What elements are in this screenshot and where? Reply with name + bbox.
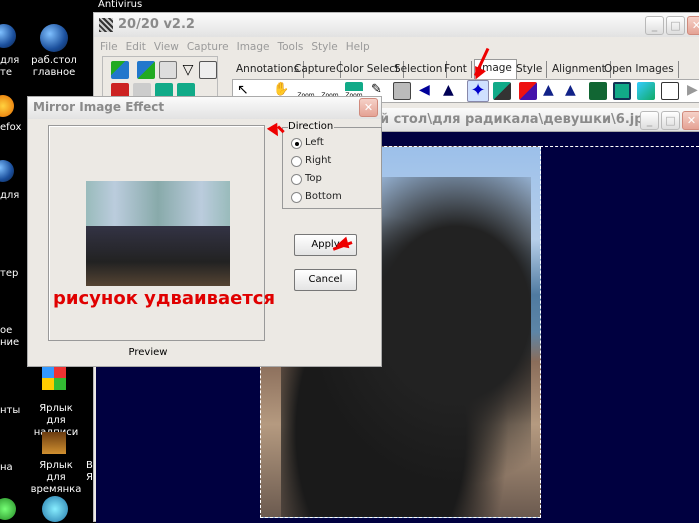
desktop-icon-label: Ярлык для времянка [30,460,82,495]
new-icon[interactable] [111,61,129,79]
desktop-label-cut: для [0,190,20,201]
desktop-label-cut: нты [0,405,21,416]
menu-edit[interactable]: Edit [126,41,146,53]
menu-file[interactable]: File [100,41,118,53]
copy-icon[interactable] [159,61,177,79]
mirror-dialog: Mirror Image Effect ✕ рисунок удваиваетс… [27,96,382,367]
globe-icon[interactable] [42,496,68,522]
menu-bar: File Edit View Capture Image Tools Style Help [100,40,378,53]
desktop-label-cut: тер [0,268,19,279]
print-icon[interactable] [199,61,217,79]
gradient-icon[interactable] [637,82,655,100]
mirror-icon[interactable]: ✦ [467,80,489,102]
flip-icon[interactable]: ◀ [419,82,437,100]
image-window-title: й стол\для радикала\девушки\6.jpg [380,112,653,127]
radio-left-label[interactable]: Left [305,137,324,148]
selection-edge [540,146,541,518]
radio-dot [295,142,299,146]
cancel-button[interactable]: Cancel [294,269,357,291]
app-logo-icon [99,18,113,32]
tab-open-images[interactable]: Open Images [600,61,679,78]
tab-selection[interactable]: Selection [390,61,448,78]
selection-edge [540,146,699,147]
preview-frame: рисунок удваивается [48,125,275,341]
firefox-icon[interactable] [0,95,14,117]
close-button[interactable]: ✕ [682,111,699,130]
filter-icon[interactable]: ▽ [179,61,197,79]
dialog-titlebar: Mirror Image Effect ✕ [28,97,381,119]
app-titlebar: 20/20 v2.2 _ □ ✕ [94,13,699,37]
desktop-label-cut: Я [86,472,93,483]
minimize-button[interactable]: _ [645,16,664,35]
windows-shortcut-icon[interactable] [42,366,66,390]
scroll-right-icon[interactable]: ▶ [687,82,699,100]
mosaic-icon[interactable] [589,82,607,100]
radio-right[interactable] [291,156,302,167]
menu-view[interactable]: View [154,41,179,53]
open-icon[interactable] [137,61,155,79]
menu-tools[interactable]: Tools [277,41,303,53]
dialog-title: Mirror Image Effect [33,100,165,114]
desktop-label-cut: ое [0,325,13,336]
radio-top[interactable] [291,174,302,185]
minimize-button[interactable]: _ [640,111,659,130]
maximize-button[interactable]: □ [661,111,680,130]
line-icon[interactable] [661,82,679,100]
tab-style[interactable]: Style [512,61,548,78]
globe-icon[interactable] [0,24,16,48]
preview-label: Preview [128,347,168,358]
frame-icon[interactable] [613,82,631,100]
menu-capture[interactable]: Capture [187,41,229,53]
desktop-label-cut: те [0,67,12,78]
globe-icon[interactable] [40,24,68,52]
rotate-left-icon[interactable]: ▲ [543,82,561,100]
desktop-label-cut: на [0,462,13,473]
crop-icon[interactable] [393,82,411,100]
radio-top-label[interactable]: Top [305,173,322,184]
close-button[interactable]: ✕ [687,16,699,35]
dialog-close-button[interactable]: ✕ [359,98,378,117]
preview-image [86,181,230,286]
direction-group: Direction Left Right Top Bottom [282,121,382,209]
rotate-right-icon[interactable]: ▲ [565,82,583,100]
maximize-button[interactable]: □ [666,16,685,35]
radio-right-label[interactable]: Right [305,155,331,166]
tab-font[interactable]: Font [440,61,472,78]
desktop-icon-label: раб.стол главное [31,55,77,78]
preview-figures [86,226,230,286]
desktop-label-cut: ние [0,337,20,348]
folder-image-shortcut-icon[interactable] [42,432,66,454]
globe-icon[interactable] [0,160,14,182]
desktop-label-cut: efox [0,122,22,133]
annotation-text: рисунок удваивается [53,288,276,309]
menu-style[interactable]: Style [311,41,337,53]
menu-help[interactable]: Help [346,41,370,53]
radio-bottom[interactable] [291,192,302,203]
effect-icon[interactable] [493,82,511,100]
menu-image[interactable]: Image [237,41,270,53]
radio-left[interactable] [291,138,302,149]
desktop-label-cut: для [0,55,20,66]
desktop-label-cut: В [86,460,93,471]
app-title: 20/20 v2.2 [118,17,195,32]
desktop-label-antivirus: Antivirus [98,0,143,10]
tab-strip: Annotations Capture Color Select Selecti… [232,59,699,79]
radio-bottom-label[interactable]: Bottom [305,191,342,202]
direction-label: Direction [288,121,335,132]
globe-icon[interactable] [0,498,16,520]
color-icon[interactable] [519,82,537,100]
rotate-icon[interactable]: ▲ [443,82,461,100]
